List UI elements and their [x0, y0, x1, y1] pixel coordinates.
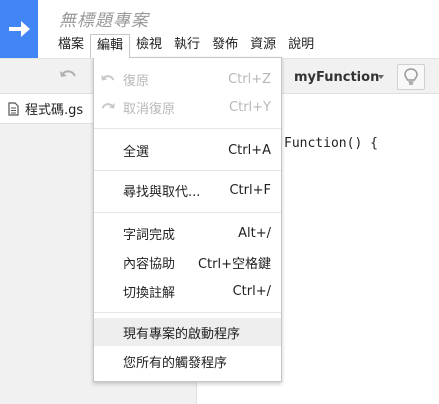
menu-help[interactable]: 說明	[282, 34, 320, 54]
menu-divider	[94, 312, 281, 313]
menu-resources[interactable]: 資源	[244, 34, 282, 54]
menu-publish[interactable]: 發佈	[206, 34, 244, 54]
menu-view[interactable]: 檢視	[130, 34, 168, 54]
menu-bar: 檔案 編輯 檢視 執行 發佈 資源 說明	[52, 34, 320, 58]
arrow-right-icon	[9, 21, 30, 37]
lightbulb-button[interactable]	[397, 64, 425, 90]
project-title[interactable]: 無標題專案	[59, 6, 149, 31]
menu-divider	[94, 170, 281, 171]
menu-file[interactable]: 檔案	[52, 34, 90, 54]
menu-item-all-triggers[interactable]: 您所有的觸發程序	[94, 347, 281, 375]
function-select-label: myFunction	[294, 69, 380, 85]
redo-icon	[101, 103, 115, 109]
apps-script-logo[interactable]	[0, 0, 38, 58]
undo-icon	[101, 75, 115, 81]
menu-item-autocomplete[interactable]: 字詞完成 Alt+/	[94, 219, 281, 247]
menu-run[interactable]: 執行	[168, 34, 206, 54]
code-line: Function() {	[284, 136, 378, 151]
menu-item-undo[interactable]: 復原 Ctrl+Z	[94, 65, 281, 93]
caret-down-icon	[378, 75, 384, 79]
undo-icon[interactable]	[58, 67, 78, 85]
menu-divider	[94, 212, 281, 213]
file-item-code-gs[interactable]: 程式碼.gs	[0, 94, 100, 124]
menu-item-select-all[interactable]: 全選 Ctrl+A	[94, 136, 281, 164]
app-header: 無標題專案 檔案 編輯 檢視 執行 發佈 資源 說明	[0, 0, 439, 58]
menu-edit[interactable]: 編輯	[90, 34, 131, 58]
lightbulb-icon	[404, 68, 418, 85]
menu-divider	[94, 128, 281, 129]
menu-item-current-project-triggers[interactable]: 現有專案的啟動程序	[94, 318, 281, 346]
edit-menu-dropdown: 復原 Ctrl+Z 取消復原 Ctrl+Y 全選 Ctrl+A 尋找與取代...…	[93, 57, 282, 382]
menu-item-redo[interactable]: 取消復原 Ctrl+Y	[94, 93, 281, 121]
function-select[interactable]: myFunction	[286, 64, 392, 90]
document-icon	[8, 101, 19, 116]
menu-item-content-assist[interactable]: 內容協助 Ctrl+空格鍵	[94, 248, 281, 276]
menu-item-toggle-comment[interactable]: 切換註解 Ctrl+/	[94, 277, 281, 305]
file-name: 程式碼.gs	[25, 103, 84, 118]
menu-item-find-replace[interactable]: 尋找與取代... Ctrl+F	[94, 176, 281, 204]
